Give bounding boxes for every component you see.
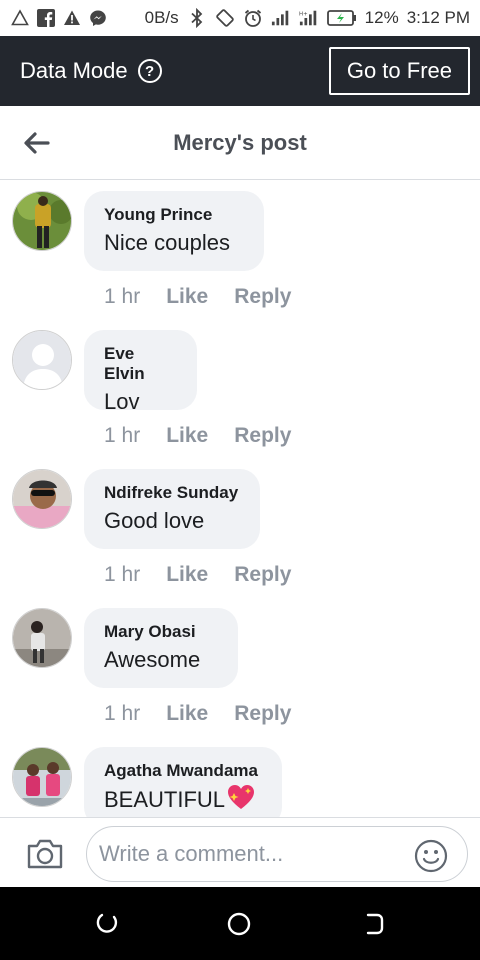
facebook-icon	[36, 8, 56, 28]
comment-bubble[interactable]: Agatha Mwandama BEAUTIFUL	[84, 747, 282, 817]
reply-button[interactable]: Reply	[234, 563, 291, 587]
bluetooth-icon	[187, 8, 207, 28]
messenger-icon	[88, 8, 108, 28]
comment-text: Lov	[104, 389, 140, 414]
comment-item: Eve Elvin Lov 1 hr Like Reply	[0, 320, 480, 459]
alert-triangle-outline-icon	[10, 8, 30, 28]
clock: 3:12 PM	[406, 8, 470, 27]
avatar[interactable]	[12, 469, 72, 529]
smiley-icon[interactable]	[414, 839, 448, 873]
comment-text: BEAUTIFUL	[104, 783, 262, 817]
post-header: Mercy's post	[0, 106, 480, 180]
comment-bubble[interactable]: Eve Elvin Lov	[84, 330, 197, 414]
status-bar-system: 0B/s H+ 12% 3:12 PM	[145, 8, 470, 28]
comment-text-value: BEAUTIFUL	[104, 787, 226, 812]
back-arrow-icon[interactable]	[22, 128, 52, 158]
comment-bubble[interactable]: Ndifreke Sunday Good love	[84, 469, 260, 549]
rotation-icon	[215, 8, 235, 28]
comment-actions: 1 hr Like Reply	[104, 424, 291, 448]
reply-button[interactable]: Reply	[234, 424, 291, 448]
comment-item: Young Prince Nice couples 1 hr Like Repl…	[0, 181, 480, 320]
reply-button[interactable]: Reply	[234, 702, 291, 726]
comment-author[interactable]: Young Prince	[104, 205, 244, 225]
screen: 0B/s H+ 12% 3:12 PM Data Mode ? Go to Fr…	[0, 0, 480, 960]
comment-bubble[interactable]: Mary Obasi Awesome	[84, 608, 238, 688]
home-icon[interactable]	[226, 911, 252, 937]
recent-apps-icon[interactable]	[94, 911, 120, 937]
comment-author[interactable]: Eve Elvin	[104, 344, 177, 384]
like-button[interactable]: Like	[166, 702, 208, 726]
svg-text:H+: H+	[299, 11, 308, 17]
battery-percent: 12%	[364, 8, 399, 27]
like-button[interactable]: Like	[166, 424, 208, 448]
camera-icon[interactable]	[26, 838, 64, 870]
status-bar-notifications	[10, 8, 108, 28]
comment-actions: 1 hr Like Reply	[104, 563, 291, 587]
status-bar: 0B/s H+ 12% 3:12 PM	[0, 0, 480, 36]
go-to-free-button[interactable]: Go to Free	[328, 47, 470, 95]
comment-time: 1 hr	[104, 702, 141, 725]
sparkling-heart-icon	[226, 783, 256, 817]
avatar[interactable]	[12, 608, 72, 668]
signal-icon	[271, 8, 291, 28]
alarm-icon	[243, 8, 263, 28]
page-title: Mercy's post	[173, 129, 307, 155]
help-icon[interactable]: ?	[137, 59, 162, 83]
comment-input[interactable]	[86, 826, 468, 882]
comment-author[interactable]: Ndifreke Sunday	[104, 483, 240, 503]
comment-composer	[0, 817, 480, 887]
comment-actions: 1 hr Like Reply	[104, 702, 291, 726]
comment-time: 1 hr	[104, 563, 141, 586]
like-button[interactable]: Like	[166, 285, 208, 309]
comment-time: 1 hr	[104, 424, 141, 447]
android-nav-bar	[0, 887, 480, 960]
comment-actions: 1 hr Like Reply	[104, 285, 291, 309]
signal-h-icon: H+	[299, 8, 319, 28]
comment-text: Nice couples	[104, 230, 230, 255]
comment-time: 1 hr	[104, 285, 141, 308]
like-button[interactable]: Like	[166, 563, 208, 587]
comment-author[interactable]: Agatha Mwandama	[104, 761, 262, 781]
avatar[interactable]	[12, 330, 72, 390]
comment-item: Ndifreke Sunday Good love 1 hr Like Repl…	[0, 459, 480, 598]
network-speed: 0B/s	[144, 8, 179, 27]
comment-text: Good love	[104, 508, 205, 533]
comment-item: Agatha Mwandama BEAUTIFUL	[0, 737, 480, 817]
back-icon[interactable]	[360, 911, 386, 937]
comment-list: Young Prince Nice couples 1 hr Like Repl…	[0, 181, 480, 817]
avatar[interactable]	[12, 191, 72, 251]
comment-item: Mary Obasi Awesome 1 hr Like Reply	[0, 598, 480, 737]
data-mode-label: Data Mode	[20, 58, 128, 83]
reply-button[interactable]: Reply	[234, 285, 291, 309]
data-mode-bar: Data Mode ? Go to Free	[0, 36, 480, 106]
comment-author[interactable]: Mary Obasi	[104, 622, 218, 642]
avatar[interactable]	[12, 747, 72, 807]
comment-text: Awesome	[104, 647, 201, 672]
comment-bubble[interactable]: Young Prince Nice couples	[84, 191, 264, 271]
warning-icon	[62, 8, 82, 28]
battery-charging-icon	[326, 8, 357, 28]
